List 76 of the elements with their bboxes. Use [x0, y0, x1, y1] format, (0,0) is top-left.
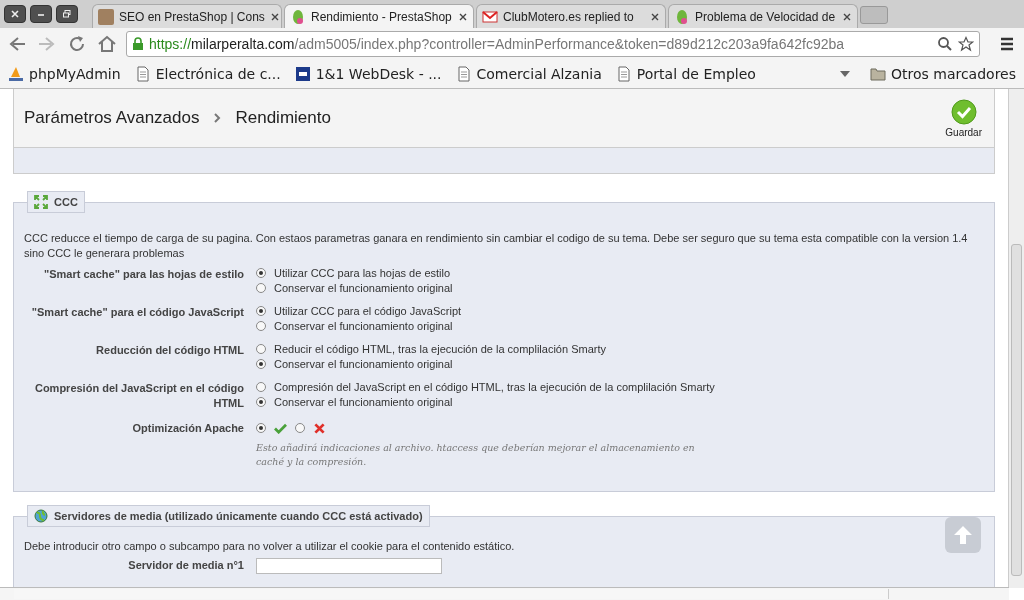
setting-label: Optimización Apache: [131, 421, 245, 436]
save-button[interactable]: Guardar: [945, 98, 982, 138]
page-icon: [134, 66, 151, 82]
radio-button[interactable]: [256, 267, 266, 278]
option-label: Conservar el funcionamiento original: [274, 281, 453, 294]
lock-icon: [132, 37, 144, 51]
puffin-icon: [674, 8, 690, 25]
option-label: Conservar el funcionamiento original: [274, 357, 453, 370]
radio-button[interactable]: [256, 282, 266, 293]
checkmark-icon: [274, 422, 287, 434]
option-label: Reducir el código HTML, tras la ejecución de la complilación Smarty: [274, 342, 606, 355]
browser-tab[interactable]: Problema de Velocidad de: [668, 4, 858, 28]
checkmark-icon: [950, 98, 977, 125]
close-icon[interactable]: [269, 11, 280, 22]
browser-tab[interactable]: ClubMotero.es replied to: [476, 4, 666, 28]
close-icon[interactable]: [650, 11, 660, 22]
radio-button[interactable]: [256, 305, 266, 316]
section-description: Debe introducir otro campo o subcampo para no volver a utilizar el cookie para el contenido estático.: [24, 539, 516, 554]
radio-button[interactable]: [256, 396, 266, 407]
bookmark-item[interactable]: Comercial Alzania: [455, 66, 602, 82]
vertical-scrollbar[interactable]: [1008, 89, 1024, 588]
globe-icon: [34, 509, 48, 523]
bookmark-item[interactable]: Portal de Empleo: [615, 66, 756, 82]
close-window-button[interactable]: [4, 5, 26, 23]
radio-button[interactable]: [256, 423, 266, 433]
avatar-icon: [98, 8, 114, 25]
square-logo-icon: [294, 66, 311, 82]
close-icon[interactable]: [458, 11, 468, 22]
option-label: Utilizar CCC para las hojas de estilo: [274, 266, 451, 279]
close-icon: [10, 9, 20, 19]
radio-button[interactable]: [256, 320, 266, 331]
hint-text: Esto añadirá indicaciones al archivo. htaccess que deberían mejorar el almacenamiento en caché y la compresión.: [256, 441, 696, 469]
puffin-icon: [290, 8, 306, 25]
field-label: Servidor de media n°1: [127, 558, 245, 573]
search-icon[interactable]: [937, 36, 953, 52]
setting-label: Compresión del JavaScript en el código HTML: [33, 381, 245, 411]
arrows-icon: [34, 195, 48, 209]
home-icon[interactable]: [96, 33, 118, 55]
input-field[interactable]: [256, 557, 442, 574]
horizontal-scrollbar[interactable]: [0, 587, 1009, 600]
radio-button[interactable]: [256, 358, 266, 369]
radio-button[interactable]: [256, 343, 266, 354]
radio-button[interactable]: [295, 423, 305, 433]
folder-icon: [870, 66, 886, 82]
star-icon[interactable]: [958, 36, 974, 52]
restore-window-button[interactable]: [56, 5, 78, 23]
section-legend: CCC: [27, 191, 85, 213]
dropdown-arrow-icon[interactable]: [840, 71, 850, 77]
bookmark-folder[interactable]: Otros marcadores: [870, 66, 1016, 82]
option-label: Utilizar CCC para el código JavaScript: [274, 304, 462, 317]
chevron-icon: [213, 112, 222, 124]
minimize-window-button[interactable]: [30, 5, 52, 23]
bookmark-item[interactable]: 1&1 WebDesk - ...: [294, 66, 442, 82]
page-icon: [455, 66, 472, 82]
setting-label: Reducción del código HTML: [95, 343, 245, 358]
breadcrumb-item: Rendimiento: [235, 108, 331, 128]
option-label: Compresión del JavaScript en el código HTML, tras la ejecución de la complilación Smarty: [274, 380, 715, 393]
option-label: Conservar el funcionamiento original: [274, 395, 453, 408]
cross-icon: [313, 422, 326, 434]
radio-button[interactable]: [256, 381, 266, 392]
sail-icon: [8, 66, 24, 82]
page-icon: [615, 66, 632, 82]
bookmark-item[interactable]: phpMyAdmin: [8, 66, 121, 82]
bookmark-item[interactable]: Electrónica de c...: [134, 66, 281, 82]
address-bar[interactable]: https://milarperalta.com/adm5005/index.php?controller=AdminPerformance&token=d89d212c203a9fa642fc92ba: [126, 31, 980, 57]
setting-label: "Smart cache" para las hojas de estilo: [43, 267, 245, 282]
browser-tab[interactable]: SEO en PrestaShop | Cons: [92, 4, 282, 28]
mail-icon: [482, 8, 498, 25]
browser-tab[interactable]: Rendimiento - PrestaShop: [284, 4, 474, 28]
section-description: CCC reducce el tiempo de carga de su pagina. Con estaos parametras ganara en rendimiento sin cambiar el codigo de su tema. Debe ser seguro que su tema esta compatible con la version 1.4 sino CCC le generara problemas: [24, 231, 969, 261]
breadcrumb-item: Parámetros Avanzados: [24, 108, 200, 128]
option-label: Conservar el funcionamiento original: [274, 319, 453, 332]
setting-label: "Smart cache" para el código JavaScript: [30, 305, 245, 320]
section-legend: Servidores de media (utilizado únicamente cuando CCC está activado): [27, 505, 430, 527]
restore-icon: [62, 9, 72, 19]
close-icon[interactable]: [842, 11, 852, 22]
